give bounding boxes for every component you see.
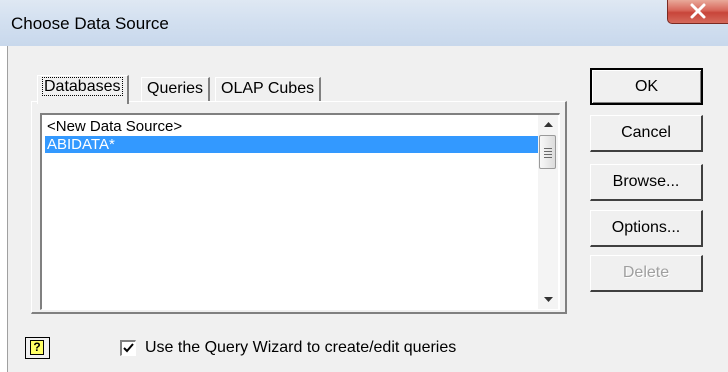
vertical-scrollbar[interactable]	[538, 115, 558, 309]
help-icon: ?	[30, 340, 44, 355]
title-bar: Choose Data Source	[0, 0, 728, 46]
scroll-up-arrow-icon[interactable]	[538, 115, 558, 133]
tab-olap-cubes-label: OLAP Cubes	[221, 80, 315, 97]
close-x-icon	[690, 3, 706, 19]
help-button[interactable]: ?	[25, 337, 50, 359]
scroll-down-arrow-icon[interactable]	[538, 291, 558, 309]
checkmark-icon	[123, 343, 134, 353]
cancel-button[interactable]: Cancel	[590, 115, 703, 152]
tab-databases[interactable]: Databases	[37, 75, 129, 104]
list-item-new-data-source[interactable]: <New Data Source>	[45, 118, 538, 135]
ok-button[interactable]: OK	[590, 68, 703, 105]
scrollbar-thumb[interactable]	[539, 135, 556, 169]
tab-olap-cubes[interactable]: OLAP Cubes	[215, 77, 322, 101]
delete-button: Delete	[590, 255, 703, 292]
window-title: Choose Data Source	[11, 14, 169, 33]
list-item-abidata[interactable]: ABIDATA*	[45, 136, 538, 153]
tab-queries-label: Queries	[147, 80, 204, 97]
tab-databases-label: Databases	[42, 77, 123, 96]
query-wizard-label: Use the Query Wizard to create/edit quer…	[145, 339, 457, 356]
query-wizard-checkbox[interactable]	[120, 340, 136, 356]
options-button[interactable]: Options...	[590, 210, 703, 247]
close-button[interactable]	[667, 0, 728, 24]
data-source-list[interactable]: <New Data Source> ABIDATA*	[40, 113, 560, 310]
browse-button[interactable]: Browse...	[590, 164, 703, 201]
tab-queries[interactable]: Queries	[141, 77, 211, 101]
